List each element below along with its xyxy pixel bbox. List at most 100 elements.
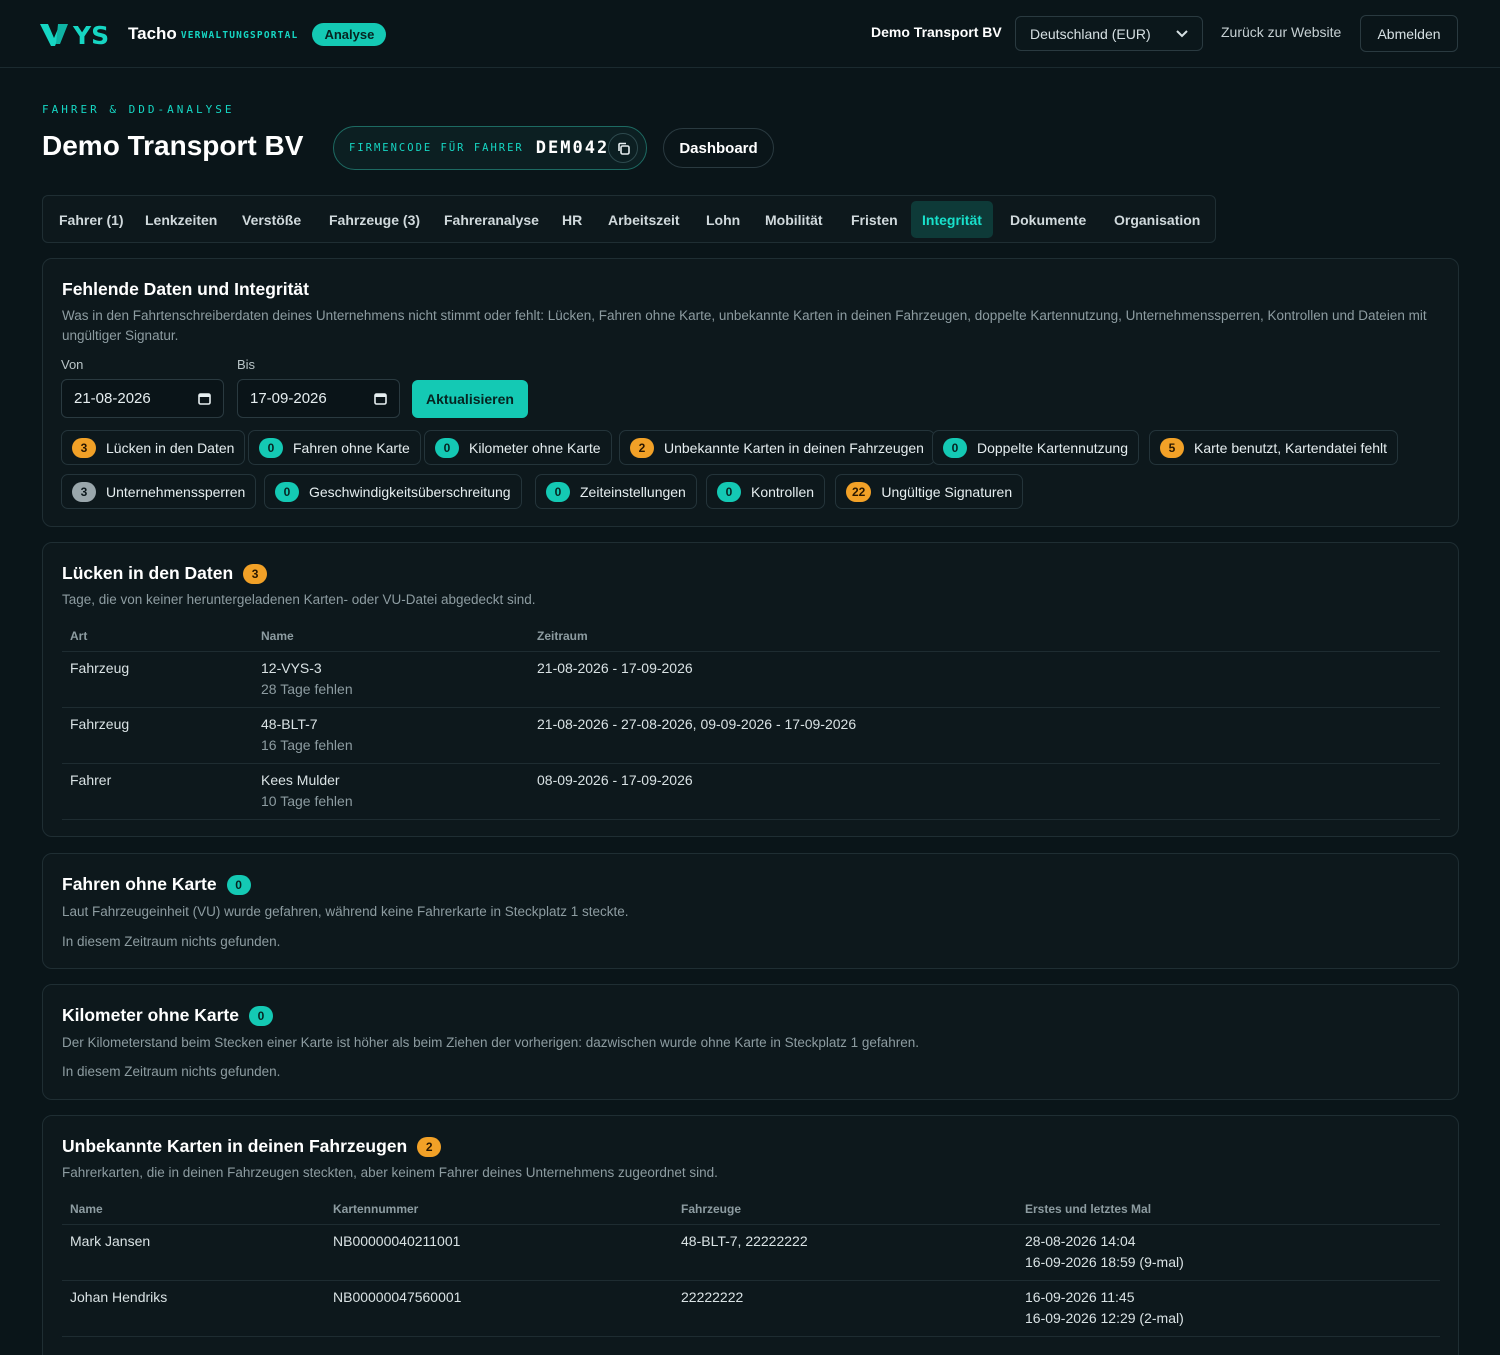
tab-arbeitszeit[interactable]: Arbeitszeit [597,201,691,238]
unknown-card-holder: Johan Hendriks [70,1289,168,1305]
km-no-card-card: Kilometer ohne Karte 0 Der Kilometerstan… [42,984,1459,1100]
gap-period: 08-09-2026 - 17-09-2026 [537,772,693,788]
chip-card-file-missing[interactable]: 5 Karte benutzt, Kartendatei fehlt [1149,430,1399,465]
country-select-value: Deutschland (EUR) [1030,25,1151,42]
chip-no-card[interactable]: 0 Fahren ohne Karte [248,430,421,465]
chip-label: Fahren ohne Karte [293,439,410,456]
chip-unknown-cards[interactable]: 2 Unbekannte Karten in deinen Fahrzeugen [619,430,935,465]
tab-organisation[interactable]: Organisation [1103,201,1211,238]
chip-speeding[interactable]: 0 Geschwindigkeitsüberschreitung [264,474,522,509]
row-divider [62,1224,1440,1225]
chip-label: Unbekannte Karten in deinen Fahrzeugen [664,439,924,456]
tab-fristen[interactable]: Fristen [840,201,909,238]
chip-label: Doppelte Kartennutzung [977,439,1128,456]
km-no-card-title: Kilometer ohne Karte 0 [62,1005,273,1026]
gap-name: Kees Mulder [261,772,340,788]
brand-name: Tacho [128,24,177,43]
chip-count: 0 [435,437,459,458]
back-to-website-link[interactable]: Zurück zur Website [1221,24,1341,40]
unknown-card-first: 28-08-2026 14:04 [1025,1233,1136,1249]
no-card-count-badge: 0 [226,874,251,895]
gap-period: 21-08-2026 - 17-09-2026 [537,660,693,676]
km-no-card-empty-note: In diesem Zeitraum nichts gefunden. [62,1064,281,1079]
tab-mobilitaet[interactable]: Mobilität [754,201,834,238]
column-header: Kartennummer [333,1202,419,1216]
unknown-card-number: NB00000040211001 [333,1233,461,1249]
chip-company-locks[interactable]: 3 Unternehmenssperren [61,474,257,509]
row-divider [62,1280,1440,1281]
gaps-description: Tage, die von keiner heruntergeladenen K… [62,592,536,607]
chip-label: Zeiteinstellungen [580,483,686,500]
tab-integritaet[interactable]: Integrität [911,201,993,238]
current-company: Demo Transport BV [871,24,1002,40]
unknown-card-last: 16-09-2026 18:59 (9-mal) [1025,1254,1184,1270]
page-title: Demo Transport BV [42,130,304,161]
row-divider [62,819,1440,820]
gap-name: 12-VYS-3 [261,660,322,676]
gap-type: Fahrzeug [70,716,130,732]
chip-controls[interactable]: 0 Kontrollen [706,474,826,509]
gap-missing-days: 16 Tage fehlen [261,737,353,753]
gap-type: Fahrer [70,772,112,788]
column-header: Fahrzeuge [681,1202,742,1216]
country-select[interactable]: Deutschland (EUR) [1015,16,1203,51]
copy-icon [617,142,630,155]
gap-name-cell: 12-VYS-3 28 Tage fehlen [261,658,353,700]
from-label: Von [61,357,84,372]
company-code-label: FIRMENCODE FÜR FAHRER [349,142,524,154]
unknown-card-holder: Mark Jansen [70,1233,151,1249]
chip-label: Kilometer ohne Karte [469,439,601,456]
logo-letters: YS [72,21,109,48]
chip-double-card[interactable]: 0 Doppelte Kartennutzung [932,430,1139,465]
unknown-card-last: 16-09-2026 12:29 (2-mal) [1025,1310,1184,1326]
no-card-driving-card: Fahren ohne Karte 0 Laut Fahrzeugeinheit… [42,853,1459,969]
gap-period: 21-08-2026 - 27-08-2026, 09-09-2026 - 17… [537,716,857,732]
dashboard-button[interactable]: Dashboard [663,128,774,168]
column-header: Zeitraum [537,629,588,643]
row-divider [62,651,1440,652]
km-no-card-count-badge: 0 [248,1005,273,1026]
refresh-button[interactable]: Aktualisieren [412,380,528,418]
logo[interactable]: YS Tacho VERWALTUNGSPORTAL Analyse [40,20,387,48]
column-header: Erstes und letztes Mal [1025,1202,1152,1216]
chip-count: 22 [846,481,872,502]
chip-label: Unternehmenssperren [106,483,246,500]
unknown-cards-count-badge: 2 [417,1136,442,1157]
mode-pill: Analyse [312,22,387,46]
unknown-cards-title-text: Unbekannte Karten in deinen Fahrzeugen [62,1136,408,1156]
no-card-title-text: Fahren ohne Karte [62,874,217,894]
company-code-value: DEM042 [535,138,610,158]
section-tabs: Fahrer (1) Lenkzeiten Verstöße Fahrzeuge… [42,195,1216,243]
to-label: Bis [237,357,256,372]
tab-fahrzeuge[interactable]: Fahrzeuge (3) [318,201,431,238]
chip-label: Geschwindigkeitsüberschreitung [309,483,511,500]
unknown-card-number: NB00000047560001 [333,1289,462,1305]
gap-name: 48-BLT-7 [261,716,318,732]
logout-button[interactable]: Abmelden [1360,15,1458,52]
tab-fahrer[interactable]: Fahrer (1) [48,201,135,238]
no-card-description: Laut Fahrzeugeinheit (VU) wurde gefahren… [62,904,629,919]
unknown-cards-card: Unbekannte Karten in deinen Fahrzeugen 2… [42,1115,1459,1355]
tab-hr[interactable]: HR [551,201,593,238]
column-header: Name [261,629,294,643]
tab-lenkzeiten[interactable]: Lenkzeiten [134,201,228,238]
chip-count: 0 [259,437,283,458]
tab-dokumente[interactable]: Dokumente [999,201,1097,238]
overview-description: Was in den Fahrtenschreiberdaten deines … [62,308,1427,343]
chip-km-no-card[interactable]: 0 Kilometer ohne Karte [424,430,612,465]
chip-gaps[interactable]: 3 Lücken in den Daten [61,430,246,465]
tab-fahreranalyse[interactable]: Fahreranalyse [433,201,550,238]
km-no-card-title-text: Kilometer ohne Karte [62,1005,239,1025]
chip-count: 2 [630,437,654,458]
tab-verstoesse[interactable]: Verstöße [231,201,312,238]
copy-code-button[interactable] [608,133,638,163]
from-date-input[interactable]: 21-08-2026 [61,379,224,418]
chip-label: Ungültige Signaturen [881,483,1013,500]
chip-time-settings[interactable]: 0 Zeiteinstellungen [535,474,697,509]
brand-subtitle: VERWALTUNGSPORTAL [180,30,299,41]
from-date-value: 21-08-2026 [74,390,151,407]
unknown-cards-title: Unbekannte Karten in deinen Fahrzeugen 2 [62,1136,442,1157]
chip-invalid-signatures[interactable]: 22 Ungültige Signaturen [835,474,1024,509]
to-date-input[interactable]: 17-09-2026 [237,379,400,418]
tab-lohn[interactable]: Lohn [695,201,751,238]
